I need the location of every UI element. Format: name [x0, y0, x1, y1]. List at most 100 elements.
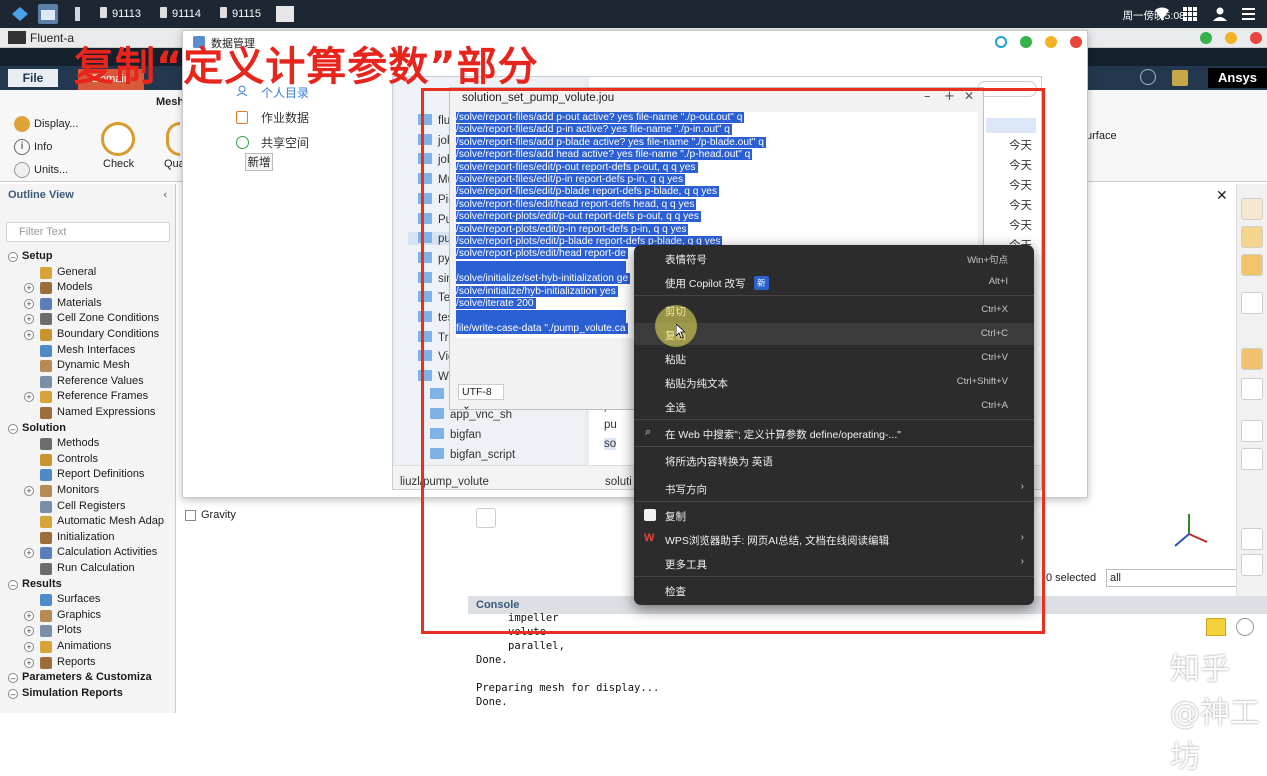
outline-item-label: Setup — [22, 250, 53, 262]
file-manager-icon[interactable] — [38, 4, 58, 24]
start-logo-icon[interactable] — [10, 4, 30, 24]
taskbar: 91113 91114 91115 周一傍晚5:08 — [0, 0, 1267, 28]
surface-button[interactable]: urface — [1086, 130, 1117, 142]
expand-toggle-icon[interactable]: + — [24, 314, 34, 325]
outline-title: Outline View — [8, 189, 74, 201]
wifi-icon[interactable] — [1152, 4, 1172, 24]
outline-item-label: Animations — [57, 640, 112, 652]
expand-toggle-icon[interactable]: + — [24, 330, 34, 340]
nav-job-data[interactable]: 作业数据 — [261, 109, 309, 126]
workspace-icon[interactable] — [1172, 70, 1188, 86]
tree-node-icon — [40, 516, 52, 529]
gravity-checkbox[interactable] — [185, 510, 196, 521]
annotation-headline: 复制“定义计算参数”部分 — [74, 44, 539, 90]
expand-toggle-icon[interactable]: + — [24, 283, 34, 294]
check-button[interactable]: Check — [103, 158, 134, 170]
chart-icon[interactable] — [1241, 420, 1263, 442]
expand-toggle-icon[interactable]: + — [24, 657, 34, 668]
expand-toggle-icon[interactable]: + — [24, 486, 34, 496]
outline-item-label: Graphics — [57, 608, 102, 621]
outline-item-label: Run Calculation — [57, 562, 135, 574]
outline-item-label: Simulation Reports — [22, 686, 123, 699]
outline-item-label: Methods — [57, 437, 100, 450]
axis-triad-icon — [1171, 512, 1211, 552]
units-button[interactable]: Units... — [34, 164, 68, 176]
expand-toggle-icon[interactable]: + — [24, 642, 34, 652]
outline-item-label: Reference Frames — [57, 390, 149, 403]
close-graphics-icon[interactable]: ✕ — [1216, 188, 1228, 204]
tree-node-icon — [40, 641, 52, 653]
outline-item-label: Plots — [57, 624, 82, 637]
collapse-toggle-icon[interactable]: – — [8, 688, 18, 699]
tree-node-icon — [40, 438, 52, 451]
apps-grid-icon[interactable] — [1180, 4, 1200, 24]
expand-toggle-icon[interactable]: + — [24, 298, 34, 309]
console-line: Preparing mesh for display... — [476, 682, 660, 694]
fluent-window-title: Fluent-a — [30, 31, 75, 45]
info-status-icon[interactable] — [1236, 618, 1254, 636]
collapse-toggle-icon[interactable]: – — [8, 423, 18, 434]
nav-shared-space[interactable]: 共享空间 — [261, 134, 309, 151]
minimize-button[interactable] — [1200, 32, 1212, 44]
task-label: 91114 — [172, 8, 201, 20]
outline-item-label: Calculation Activities — [57, 546, 158, 559]
undo-icon[interactable] — [1241, 378, 1263, 400]
task-item-3[interactable]: 91115 — [220, 7, 261, 20]
outline-view: Outline View ‹ Filter Text – Setup General… — [0, 184, 176, 713]
tool-icon-3[interactable] — [1241, 254, 1263, 276]
outline-item-label: Mesh Interfaces — [57, 343, 136, 356]
watermark: 知乎 @神工坊 — [1170, 652, 1260, 775]
tree-node-icon — [40, 500, 52, 513]
outline-item-label: Report Definitions — [57, 468, 145, 481]
view-eye-icon[interactable] — [1241, 292, 1263, 314]
tab-file[interactable]: File — [8, 69, 58, 87]
fluent-app-icon — [8, 31, 26, 44]
outline-item-label: Reports — [57, 655, 96, 668]
menu-lines-icon[interactable] — [1238, 4, 1258, 24]
pen-icon[interactable] — [68, 4, 88, 24]
expand-toggle-icon[interactable]: + — [24, 626, 34, 637]
outline-item-label: Reference Values — [57, 374, 144, 387]
filter-placeholder: Filter Text — [19, 226, 67, 238]
outline-item-label: Cell Zone Conditions — [57, 312, 160, 325]
task-item-2[interactable]: 91114 — [160, 7, 201, 20]
dm-minimize-button[interactable] — [1020, 36, 1032, 48]
info-button[interactable]: Info — [34, 141, 52, 153]
tree-node-icon — [40, 329, 52, 341]
dm-close-button[interactable] — [1070, 36, 1082, 48]
help-icon[interactable] — [1140, 69, 1156, 85]
outline-item-label: Automatic Mesh Adap — [57, 515, 165, 528]
collapse-toggle-icon[interactable]: – — [8, 579, 18, 590]
display-icon — [14, 116, 30, 132]
collapse-toggle-icon[interactable]: – — [8, 673, 18, 684]
tree-node-icon — [40, 375, 52, 388]
ruler-icon[interactable] — [1241, 448, 1263, 470]
collapse-icon[interactable]: ‹ — [163, 188, 167, 201]
collapse-toggle-icon[interactable]: – — [8, 252, 18, 262]
close-button[interactable] — [1250, 32, 1262, 44]
maximize-button[interactable] — [1225, 32, 1237, 44]
tool-icon-2[interactable] — [1241, 226, 1263, 248]
new-button[interactable]: 新增 — [245, 153, 273, 171]
refresh-button[interactable] — [995, 36, 1007, 48]
copy-icon[interactable] — [1241, 528, 1263, 550]
task-item-1[interactable]: 91113 — [100, 7, 141, 20]
expand-toggle-icon[interactable]: + — [24, 548, 34, 559]
display-button[interactable]: Display... — [34, 118, 78, 130]
dm-maximize-button[interactable] — [1045, 36, 1057, 48]
warning-icon[interactable] — [1206, 618, 1226, 636]
expand-toggle-icon[interactable]: + — [24, 392, 34, 403]
ansys-task-icon[interactable] — [276, 6, 294, 22]
info-icon: i — [14, 139, 30, 155]
tree-node-icon — [40, 266, 52, 279]
tree-node-icon — [40, 360, 52, 373]
tool-icon-1[interactable] — [1241, 198, 1263, 220]
tool-icon-5[interactable] — [1241, 348, 1263, 370]
expand-toggle-icon[interactable]: + — [24, 610, 34, 621]
frame-icon[interactable] — [1241, 554, 1263, 576]
outline-item-label: Monitors — [57, 484, 100, 496]
tree-node-icon — [40, 453, 52, 466]
user-icon[interactable] — [1210, 4, 1230, 24]
filter-input[interactable]: Filter Text — [6, 222, 170, 242]
outline-item-label: Parameters & Customiza — [22, 671, 152, 684]
